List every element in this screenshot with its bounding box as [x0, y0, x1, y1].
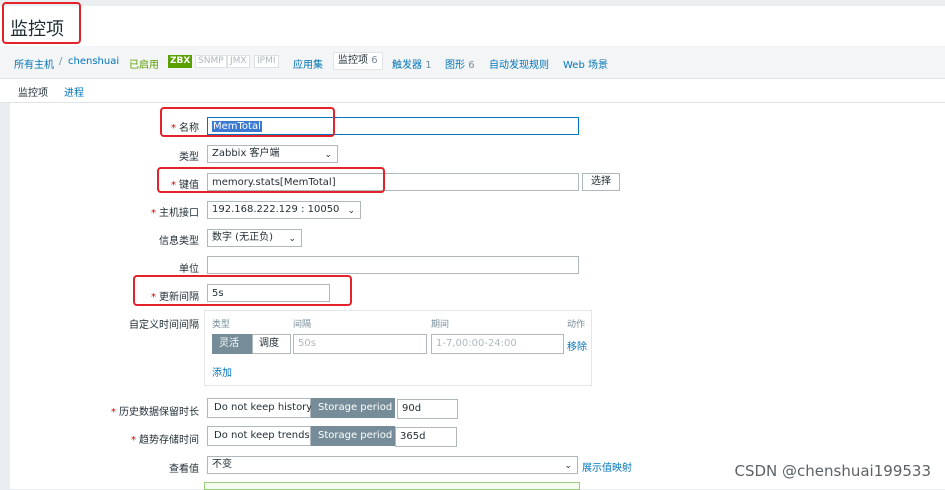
interface-select-value: 192.168.222.129 : 10050: [212, 204, 340, 215]
history-storage-toggle[interactable]: Storage period: [311, 398, 395, 418]
title-highlight-box: [2, 2, 81, 44]
required-marker: *: [131, 435, 136, 446]
custom-interval-input[interactable]: 50s: [293, 334, 427, 354]
trends-period-input[interactable]: 365d: [395, 427, 457, 447]
breadcrumb-separator: /: [59, 56, 63, 67]
col-type-header: 类型: [212, 320, 231, 330]
units-input[interactable]: [207, 256, 579, 274]
show-value-select[interactable]: 不变 ⌄: [207, 456, 578, 474]
interface-select[interactable]: 192.168.222.129 : 10050 ⌄: [207, 201, 361, 219]
nav-graphs-label: 图形: [445, 60, 465, 71]
info-type-select[interactable]: 数字 (无正负) ⌄: [207, 229, 302, 247]
custom-intervals-table: 类型 间隔 期间 动作 灵活 调度 50s 1-7,00:00-24:00 移除…: [204, 310, 592, 386]
custom-interval-placeholder: 50s: [298, 338, 316, 349]
nav-status-enabled[interactable]: 已启用: [129, 56, 159, 71]
nav-applications[interactable]: 应用集: [293, 56, 323, 71]
trends-label: * 趋势存储时间: [100, 431, 199, 446]
value-mapping-link[interactable]: 展示值映射: [582, 459, 632, 474]
form-tabs: 监控项 进程: [0, 79, 945, 105]
chevron-down-icon: ⌄: [347, 206, 355, 216]
chevron-down-icon: ⌄: [324, 150, 332, 160]
info-type-value: 数字 (无正负): [212, 232, 273, 243]
history-period-input[interactable]: 90d: [397, 399, 458, 419]
custom-period-input[interactable]: 1-7,00:00-24:00: [431, 334, 564, 354]
tab-item[interactable]: 监控项: [18, 84, 48, 105]
ipmi-badge: IPMI: [254, 55, 279, 68]
nav-web[interactable]: Web 场景: [563, 56, 608, 71]
chevron-down-icon: ⌄: [288, 234, 296, 244]
col-interval-header: 间隔: [293, 320, 312, 330]
type-label: 类型: [179, 152, 199, 163]
nav-graphs[interactable]: 图形 6: [445, 56, 475, 71]
nav-graphs-count: 6: [468, 60, 475, 71]
page-header: 监控项: [0, 6, 945, 46]
nav-host[interactable]: chenshuai: [68, 56, 119, 67]
select-key-button[interactable]: 选择: [582, 173, 620, 191]
chevron-down-icon: ⌄: [564, 461, 572, 471]
snmp-badge: SNMP: [195, 55, 227, 68]
required-marker: *: [111, 407, 116, 418]
custom-intervals-label: 自定义时间间隔: [129, 320, 199, 331]
custom-period-placeholder: 1-7,00:00-24:00: [436, 338, 517, 349]
scheduling-toggle[interactable]: 调度: [252, 334, 291, 354]
nav-all-hosts[interactable]: 所有主机: [14, 56, 54, 71]
tab-process[interactable]: 进程: [64, 84, 84, 99]
interface-label-text: 主机接口: [159, 208, 199, 219]
units-label: 单位: [179, 264, 199, 275]
key-highlight-box: [157, 167, 385, 193]
zbx-badge: ZBX: [168, 55, 193, 68]
info-type-label: 信息类型: [159, 236, 199, 247]
watermark: CSDN @chenshuai199533: [734, 462, 931, 480]
trends-no-keep-toggle[interactable]: Do not keep trends: [207, 426, 311, 446]
jmx-badge: JMX: [227, 55, 250, 68]
nav-items-label: 监控项: [338, 55, 368, 66]
breadcrumb-nav: 所有主机 / chenshuai 已启用 ZBX SNMP JMX IPMI 应…: [0, 46, 945, 79]
col-period-header: 期间: [431, 320, 450, 330]
nav-items[interactable]: 监控项 6: [333, 52, 383, 70]
history-label-text: 历史数据保留时长: [119, 407, 199, 418]
col-action-header: 动作: [567, 320, 586, 330]
interval-highlight-box: [133, 275, 352, 306]
flexible-toggle[interactable]: 灵活: [212, 334, 252, 354]
nav-triggers-count: 1: [425, 60, 432, 71]
nav-items-count: 6: [371, 55, 378, 66]
show-value-label: 查看值: [169, 464, 199, 475]
remove-interval-link[interactable]: 移除: [567, 338, 587, 353]
name-highlight-box: [160, 107, 335, 137]
nav-discovery[interactable]: 自动发现规则: [489, 56, 549, 71]
nav-triggers-label: 触发器: [392, 60, 422, 71]
type-select[interactable]: Zabbix 客户端 ⌄: [207, 145, 338, 163]
type-select-value: Zabbix 客户端: [212, 148, 280, 159]
nav-triggers[interactable]: 触发器 1: [392, 56, 432, 71]
trends-label-text: 趋势存储时间: [139, 435, 199, 446]
interface-label: * 主机接口: [100, 204, 199, 219]
required-marker: *: [151, 208, 156, 219]
add-interval-link[interactable]: 添加: [212, 364, 232, 379]
history-label: * 历史数据保留时长: [100, 403, 199, 418]
history-no-keep-toggle[interactable]: Do not keep history: [207, 398, 312, 418]
trends-storage-toggle[interactable]: Storage period: [311, 426, 395, 446]
show-value-value: 不变: [212, 459, 232, 470]
